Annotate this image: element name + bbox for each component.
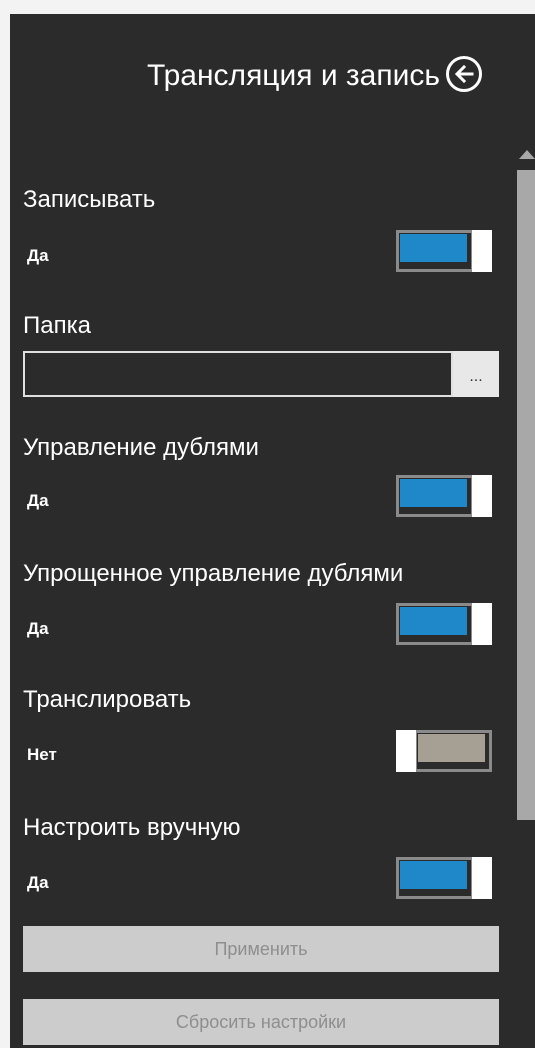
folder-path-input[interactable] (23, 351, 453, 397)
record-label: Записывать (23, 186, 156, 213)
toggle-knob (472, 475, 492, 517)
apply-button[interactable]: Применить (23, 926, 499, 972)
settings-list: Записывать Да Папка ... Управление дубля… (10, 14, 510, 1048)
broadcast-toggle[interactable] (396, 730, 492, 772)
toggle-knob (396, 730, 416, 772)
simple-dub-control-state: Да (27, 619, 49, 638)
manual-toggle[interactable] (396, 857, 492, 899)
broadcast-label: Транслировать (23, 686, 192, 713)
toggle-fill (400, 607, 467, 635)
toggle-fill (400, 861, 467, 889)
simple-dub-control-label: Упрощенное управление дублями (23, 560, 404, 587)
manual-state: Да (27, 873, 49, 892)
settings-panel: Трансляция и запись Записывать Да Папка … (10, 14, 535, 1048)
vertical-scrollbar[interactable] (515, 150, 535, 1048)
manual-label: Настроить вручную (23, 814, 241, 841)
broadcast-state: Нет (27, 745, 57, 764)
reset-settings-button[interactable]: Сбросить настройки (23, 999, 499, 1045)
toggle-fill (418, 734, 485, 762)
toggle-fill (400, 234, 467, 262)
scroll-thumb[interactable] (517, 170, 535, 820)
dub-control-toggle[interactable] (396, 475, 492, 517)
toggle-knob (472, 857, 492, 899)
toggle-knob (472, 603, 492, 645)
dub-control-state: Да (27, 491, 49, 510)
scroll-up-arrow-icon[interactable] (519, 150, 535, 159)
record-state: Да (27, 246, 49, 265)
toggle-knob (472, 230, 492, 272)
simple-dub-control-toggle[interactable] (396, 603, 492, 645)
record-toggle[interactable] (396, 230, 492, 272)
browse-folder-button[interactable]: ... (453, 351, 499, 397)
folder-label: Папка (23, 312, 91, 339)
dub-control-label: Управление дублями (23, 434, 259, 461)
toggle-fill (400, 479, 467, 507)
